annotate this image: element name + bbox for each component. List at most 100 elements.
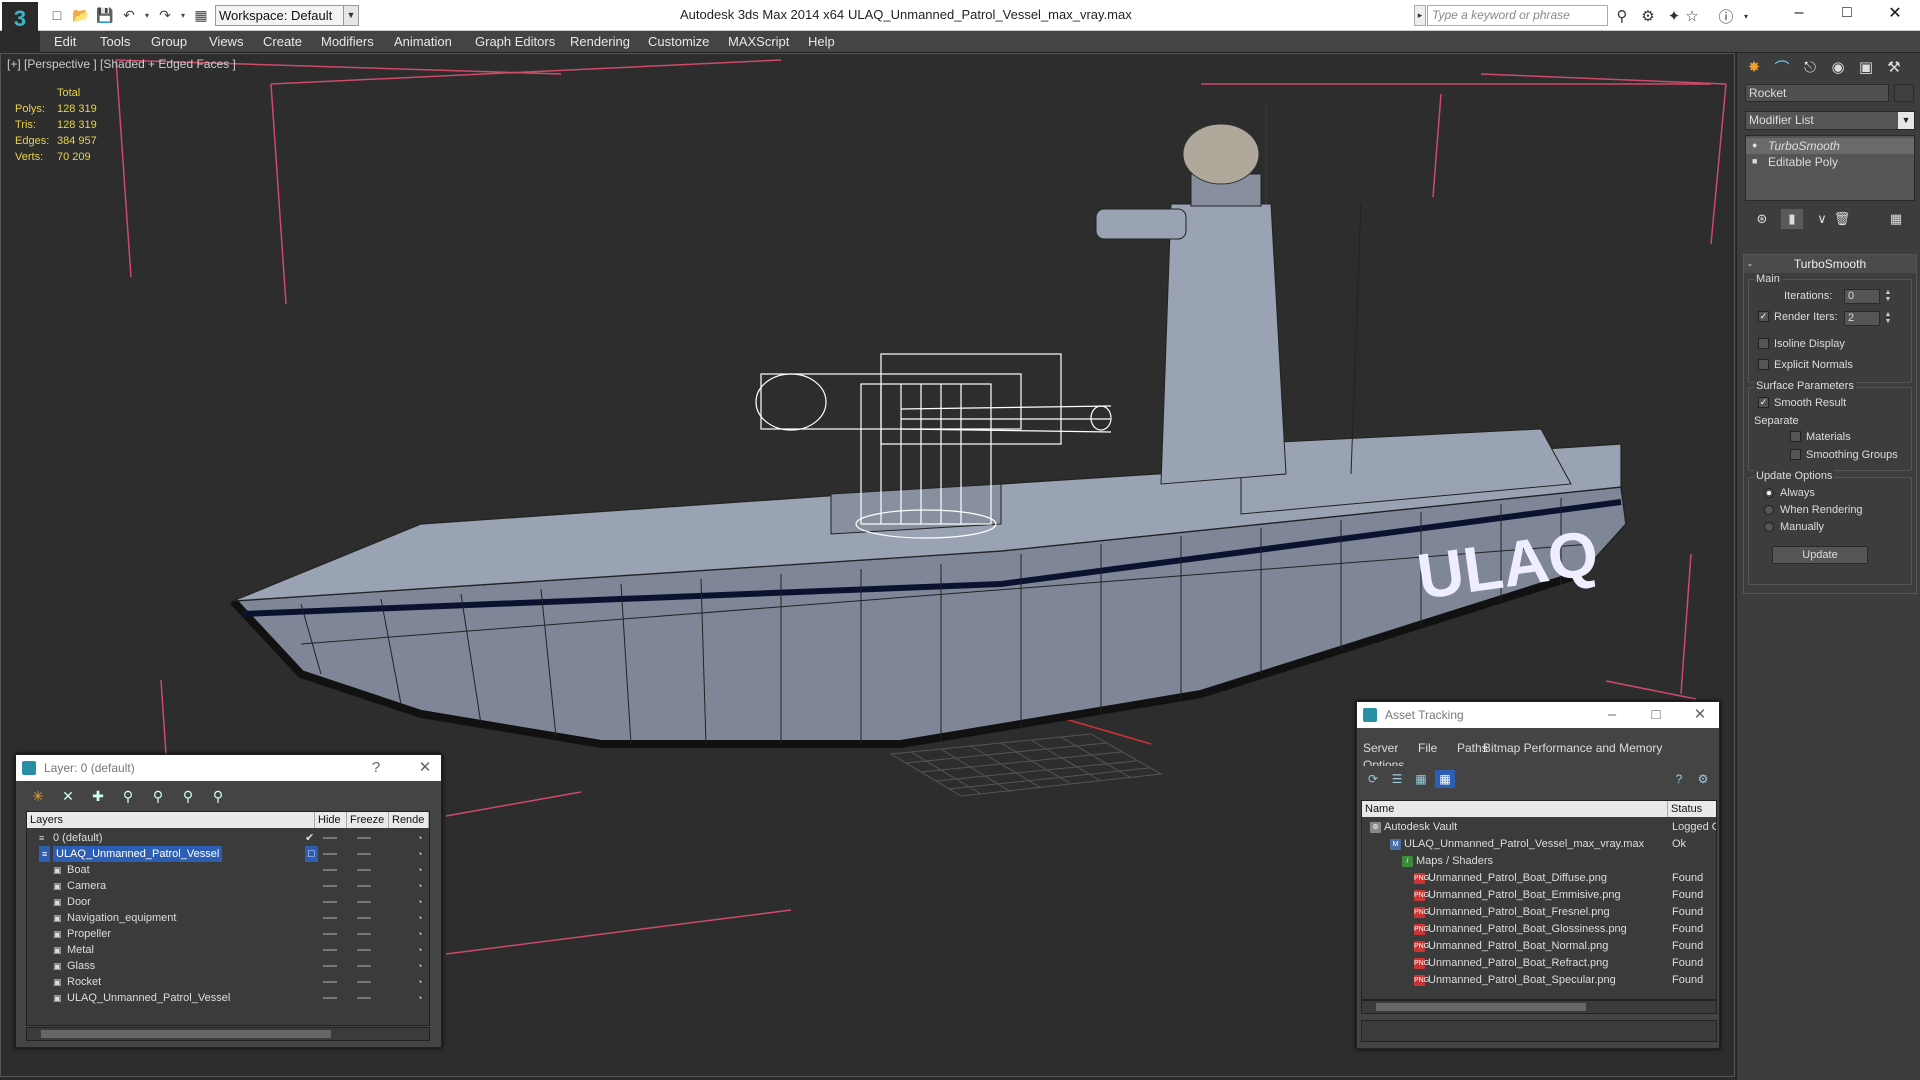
- col-status[interactable]: Status: [1668, 801, 1716, 817]
- favorites-star-icon[interactable]: ☆: [1682, 6, 1702, 26]
- search-expand-icon[interactable]: ▸: [1414, 5, 1426, 26]
- smooth-result-checkbox[interactable]: ✓: [1758, 397, 1769, 408]
- hide-toggle[interactable]: [323, 933, 337, 935]
- hide-all-icon[interactable]: ⚲: [176, 785, 200, 807]
- menu-help[interactable]: Help: [808, 34, 835, 49]
- render-teapot-icon[interactable]: ◔: [417, 865, 427, 875]
- communication-icon[interactable]: ✦: [1664, 6, 1684, 26]
- collapse-icon[interactable]: -: [1748, 255, 1752, 273]
- delete-layer-icon[interactable]: ✕: [56, 785, 80, 807]
- col-name[interactable]: Name: [1362, 801, 1668, 817]
- create-tab-icon[interactable]: ✸: [1741, 55, 1767, 79]
- expand-icon[interactable]: ■: [1752, 157, 1761, 166]
- rollout-header[interactable]: - TurboSmooth: [1744, 255, 1916, 273]
- menu-create[interactable]: Create: [263, 34, 302, 49]
- viewport-label[interactable]: [+] [Perspective ] [Shaded + Edged Faces…: [7, 57, 236, 71]
- layer-row[interactable]: ≡ 0 (default) ✔ ◔: [27, 830, 429, 846]
- asset-row[interactable]: / Maps / Shaders: [1362, 853, 1716, 870]
- workspace-dropdown[interactable]: Workspace: Default: [215, 5, 359, 26]
- asset-row[interactable]: PNG Unmanned_Patrol_Boat_Glossiness.png Fo…: [1362, 921, 1716, 938]
- spinner-arrows-icon[interactable]: ▲ ▼: [1883, 289, 1893, 304]
- when-rendering-radio[interactable]: [1764, 505, 1774, 515]
- asset-row[interactable]: PNG Unmanned_Patrol_Boat_Normal.png Found: [1362, 938, 1716, 955]
- new-file-icon[interactable]: □: [48, 6, 66, 24]
- hide-toggle[interactable]: [323, 949, 337, 951]
- update-button[interactable]: Update: [1772, 546, 1868, 564]
- menu-tools[interactable]: Tools: [100, 34, 130, 49]
- materials-checkbox[interactable]: [1790, 431, 1801, 442]
- add-to-layer-icon[interactable]: ✚: [86, 785, 110, 807]
- asset-row[interactable]: PNG Unmanned_Patrol_Boat_Fresnel.png Found: [1362, 904, 1716, 921]
- col-freeze[interactable]: Freeze: [347, 812, 389, 828]
- table-view-icon[interactable]: ▦: [1435, 770, 1455, 788]
- layer-row[interactable]: ▣ Rocket ◔: [27, 974, 429, 990]
- close-window-icon[interactable]: ✕: [1872, 0, 1918, 26]
- hide-toggle[interactable]: [323, 997, 337, 999]
- hierarchy-tab-icon[interactable]: ⎋: [1797, 55, 1823, 79]
- render-teapot-icon[interactable]: ◔: [417, 913, 427, 923]
- menu-modifiers[interactable]: Modifiers: [321, 34, 374, 49]
- open-file-icon[interactable]: 📂: [72, 6, 90, 24]
- hide-toggle[interactable]: [323, 981, 337, 983]
- render-teapot-icon[interactable]: ◔: [417, 897, 427, 907]
- current-layer-check-icon[interactable]: ✔: [305, 830, 314, 846]
- freeze-toggle[interactable]: [357, 869, 371, 871]
- app-logo-button[interactable]: 3: [2, 2, 38, 35]
- menu-animation[interactable]: Animation: [394, 34, 452, 49]
- asset-row[interactable]: PNG Unmanned_Patrol_Boat_Refract.png Found: [1362, 955, 1716, 972]
- layer-row[interactable]: ≡ ULAQ_Unmanned_Patrol_Vessel □ ◔: [27, 846, 429, 862]
- close-icon[interactable]: ✕: [1685, 702, 1715, 728]
- binoculars-icon[interactable]: ⚲: [1612, 6, 1632, 26]
- layer-row[interactable]: ▣ Camera ◔: [27, 878, 429, 894]
- menu-group[interactable]: Group: [151, 34, 187, 49]
- freeze-toggle[interactable]: [357, 917, 371, 919]
- col-render[interactable]: Rende: [389, 812, 429, 828]
- layer-horizontal-scrollbar[interactable]: [26, 1027, 430, 1041]
- lightbulb-icon[interactable]: ●: [1752, 141, 1761, 150]
- render-teapot-icon[interactable]: ◔: [417, 833, 427, 843]
- project-folder-icon[interactable]: ▦: [192, 6, 210, 24]
- subscription-icon[interactable]: ⚙: [1638, 6, 1658, 26]
- redo-icon[interactable]: ↷: [156, 6, 174, 24]
- freeze-toggle[interactable]: [357, 949, 371, 951]
- asset-row[interactable]: PNG Unmanned_Patrol_Boat_Specular.png Foun…: [1362, 972, 1716, 989]
- configure-sets-icon[interactable]: ▦: [1885, 209, 1907, 229]
- hide-toggle[interactable]: [323, 965, 337, 967]
- render-teapot-icon[interactable]: ◔: [417, 849, 427, 859]
- menu-maxscript[interactable]: MAXScript: [728, 34, 789, 49]
- minimize-window-icon[interactable]: –: [1776, 0, 1822, 26]
- freeze-toggle[interactable]: [357, 965, 371, 967]
- layer-window-titlebar[interactable]: Layer: 0 (default) ? ✕: [16, 755, 441, 781]
- minimize-icon[interactable]: –: [1597, 702, 1627, 728]
- pin-stack-icon[interactable]: ⊛: [1751, 209, 1773, 229]
- layer-row[interactable]: ▣ Propeller ◔: [27, 926, 429, 942]
- menu-customize[interactable]: Customize: [648, 34, 709, 49]
- thumbnail-view-icon[interactable]: ▦: [1411, 770, 1431, 788]
- stack-item-editable-poly[interactable]: ■ Editable Poly: [1746, 154, 1914, 170]
- menu-edit[interactable]: Edit: [54, 34, 76, 49]
- search-input[interactable]: Type a keyword or phrase: [1427, 5, 1608, 26]
- scrollbar-thumb[interactable]: [41, 1030, 331, 1038]
- hide-toggle[interactable]: [323, 869, 337, 871]
- col-hide[interactable]: Hide: [315, 812, 347, 828]
- menu-graph-editors[interactable]: Graph Editors: [475, 34, 555, 49]
- hide-toggle[interactable]: [323, 837, 337, 839]
- asset-row[interactable]: ⚙Autodesk Vault Logged Out: [1362, 819, 1716, 836]
- hide-toggle[interactable]: [323, 853, 337, 855]
- freeze-toggle[interactable]: [357, 885, 371, 887]
- render-teapot-icon[interactable]: ◔: [417, 881, 427, 891]
- explicit-normals-checkbox[interactable]: [1758, 359, 1769, 370]
- freeze-toggle[interactable]: [357, 837, 371, 839]
- freeze-toggle[interactable]: [357, 997, 371, 999]
- list-view-icon[interactable]: ☰: [1387, 770, 1407, 788]
- maximize-icon[interactable]: □: [1641, 702, 1671, 728]
- manually-radio[interactable]: [1764, 522, 1774, 532]
- select-objects-icon[interactable]: ⚲: [116, 785, 140, 807]
- layer-row[interactable]: ▣ Navigation_equipment ◔: [27, 910, 429, 926]
- help-icon[interactable]: ⓘ: [1716, 6, 1736, 26]
- asset-row[interactable]: PNG Unmanned_Patrol_Boat_Emmisive.png Foun…: [1362, 887, 1716, 904]
- hide-toggle[interactable]: [323, 901, 337, 903]
- asset-row[interactable]: PNG Unmanned_Patrol_Boat_Diffuse.png Found: [1362, 870, 1716, 887]
- utilities-tab-icon[interactable]: ⚒: [1881, 55, 1907, 79]
- layer-row[interactable]: ▣ Boat ◔: [27, 862, 429, 878]
